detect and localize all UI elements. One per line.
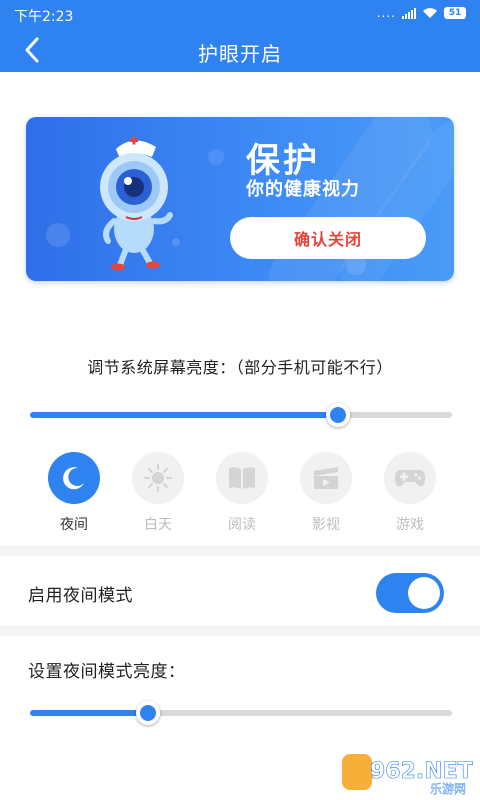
night-mode-toggle[interactable] xyxy=(376,573,444,613)
gamepad-icon xyxy=(395,470,425,487)
slider-fill xyxy=(30,710,148,716)
watermark-brand: 962.NET xyxy=(370,759,473,784)
status-bar: 下午2:23 .... 51 xyxy=(0,0,480,28)
sun-icon xyxy=(144,464,172,492)
wifi-icon xyxy=(423,8,437,18)
status-time: 下午2:23 xyxy=(14,9,74,25)
mode-label: 影视 xyxy=(312,517,340,533)
site-watermark: 962.NET 乐游网 xyxy=(342,754,473,796)
mode-label: 夜间 xyxy=(60,517,88,533)
signal-dots: .... xyxy=(376,6,396,20)
mode-day[interactable]: 白天 xyxy=(116,452,200,534)
night-brightness-slider[interactable] xyxy=(30,701,452,725)
watermark-sub: 乐游网 xyxy=(430,782,466,796)
section-divider xyxy=(0,626,480,636)
slider-fill xyxy=(30,412,338,418)
mode-video[interactable]: 影视 xyxy=(284,452,368,534)
film-icon xyxy=(314,467,338,489)
mascot-illustration xyxy=(100,136,173,271)
night-brightness-label: 设置夜间模式亮度： xyxy=(28,662,186,682)
toggle-knob xyxy=(408,577,440,609)
book-icon xyxy=(229,467,255,489)
moon-icon xyxy=(63,467,84,490)
mode-night[interactable]: 夜间 xyxy=(32,452,116,534)
mode-selector: 夜间 白天 阅读 影视 游戏 xyxy=(32,452,452,534)
brightness-label: 调节系统屏幕亮度：（部分手机可能不行） xyxy=(87,358,393,377)
confirm-close-button[interactable]: 确认关闭 xyxy=(230,217,426,259)
mode-reading[interactable]: 阅读 xyxy=(200,452,284,534)
nav-bar: 护眼开启 xyxy=(0,28,480,72)
slider-thumb[interactable] xyxy=(136,701,160,725)
page-title: 护眼开启 xyxy=(198,42,282,66)
mode-game[interactable]: 游戏 xyxy=(368,452,452,534)
battery-icon: 51 xyxy=(444,7,466,19)
mode-label: 游戏 xyxy=(396,517,424,533)
section-divider xyxy=(0,546,480,556)
system-brightness-slider[interactable] xyxy=(30,403,452,427)
mode-label: 白天 xyxy=(144,517,172,533)
status-icons: .... 51 xyxy=(377,6,466,20)
mode-label: 阅读 xyxy=(228,517,256,533)
slider-thumb[interactable] xyxy=(326,403,350,427)
banner-subline: 你的健康视力 xyxy=(246,179,360,200)
app-bar: 下午2:23 .... 51 护眼开启 xyxy=(0,0,480,72)
signal-icon xyxy=(402,7,416,19)
night-mode-label: 启用夜间模式 xyxy=(28,586,133,606)
eye-protection-banner: 保护 你的健康视力 确认关闭 xyxy=(26,117,454,281)
